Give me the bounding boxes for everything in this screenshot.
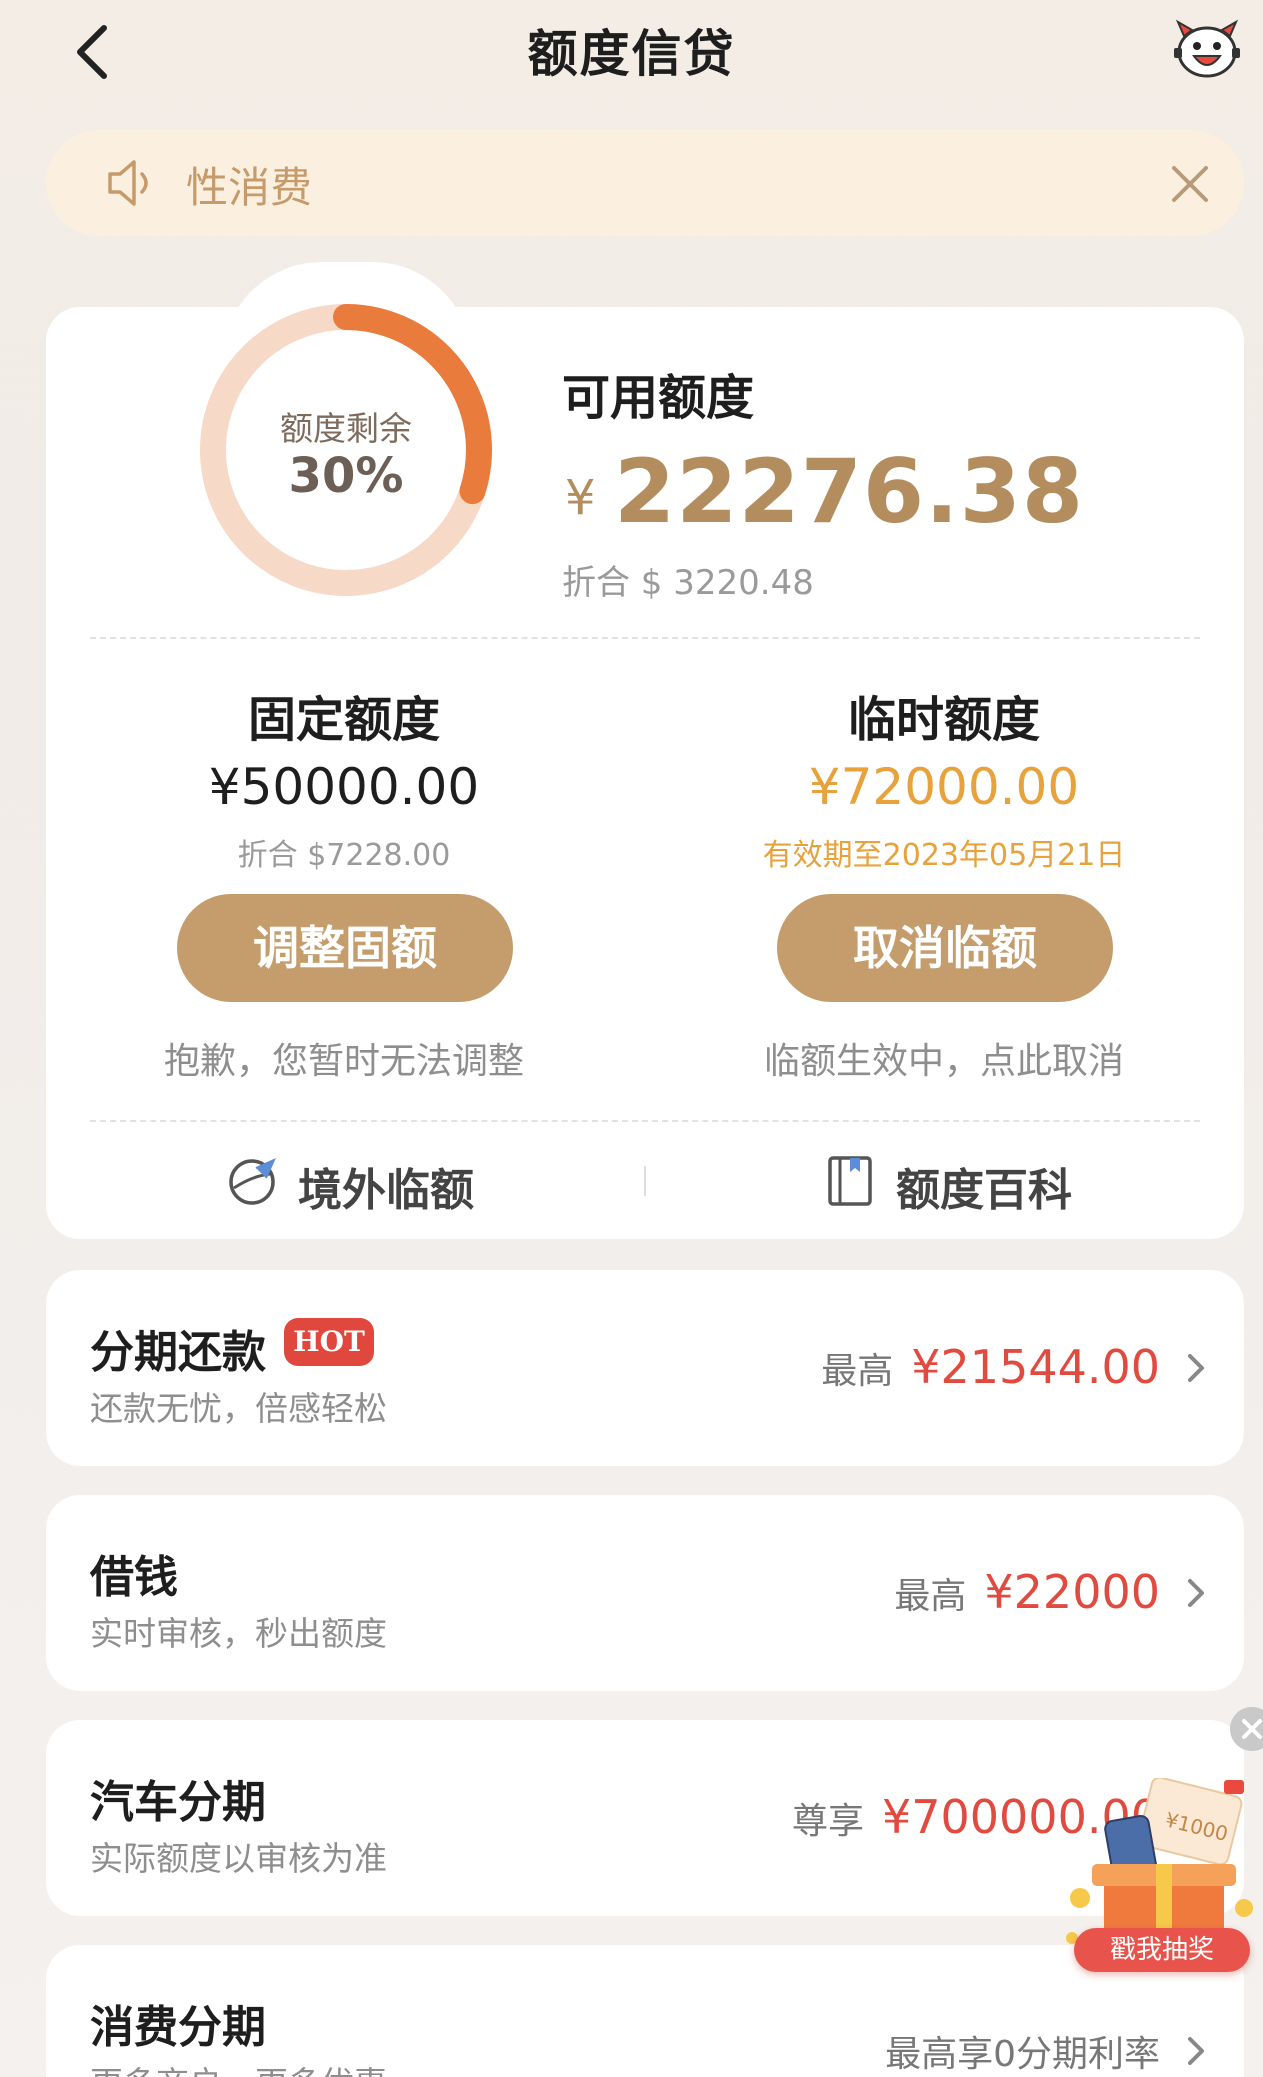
close-icon[interactable] — [1168, 162, 1212, 206]
overseas-temporary-credit-link[interactable]: 境外临额 — [226, 1150, 476, 1216]
temporary-credit-expiry: 有效期至2023年05月21日 — [762, 838, 1126, 873]
service-title: 借钱 — [90, 1552, 178, 1603]
fixed-credit-note: 抱歉，您暂时无法调整 — [163, 1041, 524, 1082]
link-separator — [644, 1166, 646, 1196]
service-title: 汽车分期 — [90, 1777, 266, 1828]
installment-repayment-card[interactable]: 分期还款 HOT 还款无忧，倍感轻松 最高 ¥21544.00 — [46, 1270, 1244, 1466]
available-credit-usd: 折合 $ 3220.48 — [562, 563, 814, 603]
mascot-avatar-icon[interactable] — [1172, 18, 1242, 80]
fixed-credit-usd: 折合 $7228.00 — [237, 838, 451, 873]
service-title: 消费分期 — [90, 2002, 266, 2053]
adjust-fixed-credit-button[interactable]: 调整固额 — [177, 894, 513, 1002]
service-limit-prefix: 最高 — [894, 1576, 967, 1617]
service-limit-prefix: 最高享0分期利率 — [885, 2034, 1160, 2075]
service-title: 分期还款 — [90, 1327, 266, 1378]
available-credit-title: 可用额度 — [562, 370, 755, 426]
chevron-right-icon — [1188, 1579, 1204, 1607]
service-limit-prefix: 尊享 — [791, 1801, 864, 1842]
wiki-link-label: 额度百科 — [896, 1165, 1072, 1216]
notice-banner: 性消费 — [46, 130, 1244, 236]
temporary-credit-title: 临时额度 — [847, 692, 1040, 748]
service-limit: 最高 ¥21544.00 — [821, 1340, 1160, 1394]
temporary-credit-amount: ¥72000.00 — [808, 758, 1080, 816]
service-subtitle: 还款无忧，倍感轻松 — [90, 1389, 387, 1428]
divider — [90, 1120, 1200, 1122]
credit-wiki-link[interactable]: 额度百科 — [826, 1150, 1076, 1216]
cancel-temporary-credit-button[interactable]: 取消临额 — [777, 894, 1113, 1002]
page-title: 额度信贷 — [527, 25, 736, 83]
service-limit: 最高享0分期利率 — [885, 2025, 1160, 2077]
book-icon — [828, 1156, 872, 1206]
ring-percent: 30% — [288, 448, 404, 504]
ring-label: 额度剩余 — [280, 409, 412, 448]
service-limit-prefix: 最高 — [821, 1351, 894, 1392]
notice-text: 性消费 — [186, 163, 313, 212]
lottery-button[interactable]: 戳我抽奖 — [1074, 1928, 1250, 1972]
fixed-credit-title: 固定额度 — [247, 692, 440, 748]
overseas-link-label: 境外临额 — [298, 1165, 474, 1216]
fixed-credit-amount: ¥50000.00 — [208, 758, 480, 816]
service-subtitle: 更多商户，更多优惠 — [90, 2057, 387, 2077]
top-bar: 额度信贷 — [0, 0, 1263, 110]
divider — [90, 637, 1200, 639]
globe-plane-icon — [229, 1158, 276, 1205]
service-limit: 最高 ¥22000 — [894, 1565, 1160, 1619]
available-currency-symbol: ¥ — [565, 470, 596, 526]
chevron-right-icon — [1188, 2037, 1204, 2065]
speaker-icon — [108, 160, 148, 206]
hot-badge: HOT — [284, 1318, 374, 1366]
service-limit-value: ¥22000 — [984, 1565, 1160, 1619]
available-credit-amount: 22276.38 — [614, 440, 1085, 543]
chevron-right-icon — [1188, 1354, 1204, 1382]
borrow-money-card[interactable]: 借钱 实时审核，秒出额度 最高 ¥22000 — [46, 1495, 1244, 1691]
service-subtitle: 实际额度以审核为准 — [90, 1839, 387, 1878]
service-limit-value: ¥21544.00 — [911, 1340, 1160, 1394]
temporary-credit-note[interactable]: 临额生效中，点此取消 — [684, 1032, 1204, 1084]
service-subtitle: 实时审核，秒出额度 — [90, 1614, 387, 1653]
